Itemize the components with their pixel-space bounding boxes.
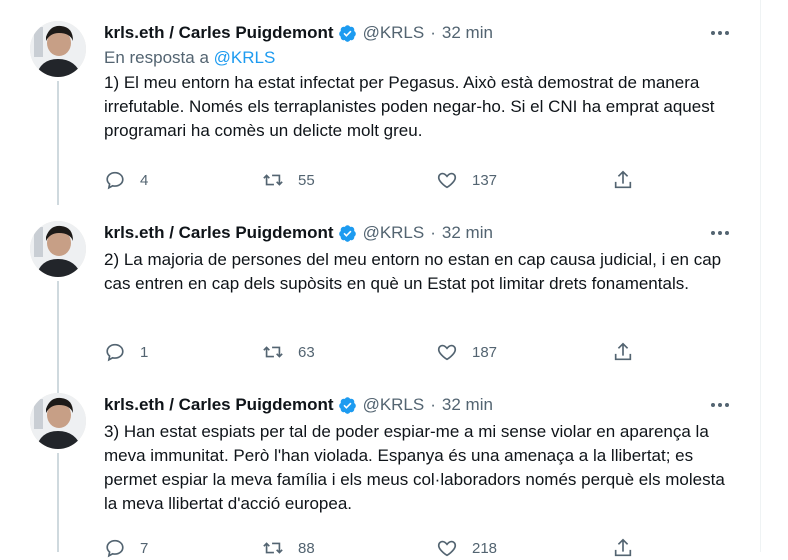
more-icon	[711, 403, 729, 407]
tweet-text: 1) El meu entorn ha estat infectat per P…	[104, 73, 715, 140]
tweet-text: 3) Han estat espiats per tal de poder es…	[104, 422, 725, 513]
reply-button[interactable]: 1	[104, 340, 148, 364]
separator: ·	[430, 23, 436, 42]
like-button[interactable]: 137	[436, 168, 497, 192]
share-button[interactable]	[612, 536, 634, 560]
timeline-feed: krls.eth / Carles Puigdemont @KRLS · 32 …	[0, 0, 761, 558]
more-options-button[interactable]	[708, 395, 732, 415]
retweet-button[interactable]: 63	[262, 340, 315, 364]
thread-line	[57, 81, 59, 205]
reply-count: 1	[140, 343, 149, 361]
tweet-header: krls.eth / Carles Puigdemont @KRLS · 32 …	[104, 393, 732, 417]
reply-count: 7	[140, 539, 149, 557]
retweet-icon	[263, 346, 283, 358]
more-options-button[interactable]	[708, 223, 732, 243]
separator: ·	[430, 223, 436, 242]
share-button[interactable]	[612, 340, 634, 364]
timestamp[interactable]: 32 min	[442, 395, 493, 415]
retweet-count: 55	[298, 171, 315, 189]
share-button[interactable]	[612, 168, 634, 192]
avatar[interactable]	[30, 393, 86, 449]
avatar[interactable]	[30, 21, 86, 77]
tweet[interactable]: krls.eth / Carles Puigdemont @KRLS · 32 …	[0, 221, 760, 393]
reply-prefix: En resposta a	[104, 48, 209, 67]
more-icon	[711, 31, 729, 35]
author-handle[interactable]: @KRLS	[363, 23, 425, 43]
tweet-actions: 4 55 137	[104, 168, 644, 192]
timestamp[interactable]: 32 min	[442, 23, 493, 43]
retweet-count: 63	[298, 343, 315, 361]
like-button[interactable]: 187	[436, 340, 497, 364]
share-icon	[614, 538, 632, 557]
retweet-button[interactable]: 88	[262, 536, 315, 560]
avatar[interactable]	[30, 221, 86, 277]
like-icon	[437, 172, 457, 189]
tweet-actions: 1 63 187	[104, 340, 644, 364]
author-name[interactable]: krls.eth / Carles Puigdemont	[104, 23, 334, 43]
thread-line	[57, 281, 59, 393]
author-handle[interactable]: @KRLS	[363, 223, 425, 243]
reply-button[interactable]: 4	[104, 168, 148, 192]
tweet-header: krls.eth / Carles Puigdemont @KRLS · 32 …	[104, 21, 732, 45]
tweet-content: krls.eth / Carles Puigdemont @KRLS · 32 …	[104, 393, 732, 558]
tweet[interactable]: krls.eth / Carles Puigdemont @KRLS · 32 …	[0, 21, 760, 205]
separator: ·	[430, 395, 436, 414]
tweet-actions: 7 88 218	[104, 536, 644, 560]
verified-badge-icon	[338, 24, 356, 42]
tweet-content: krls.eth / Carles Puigdemont @KRLS · 32 …	[104, 221, 732, 362]
share-icon	[614, 170, 632, 189]
like-count: 218	[472, 539, 498, 557]
tweet-text: 2) La majoria de persones del meu entorn…	[104, 250, 722, 293]
more-options-button[interactable]	[708, 23, 732, 43]
reply-icon	[106, 171, 124, 190]
like-count: 187	[472, 343, 498, 361]
reply-mention-link[interactable]: @KRLS	[214, 48, 276, 67]
verified-badge-icon	[338, 224, 356, 242]
tweet-content: krls.eth / Carles Puigdemont @KRLS · 32 …	[104, 21, 732, 190]
reply-count: 4	[140, 171, 149, 189]
tweet[interactable]: krls.eth / Carles Puigdemont @KRLS · 32 …	[0, 393, 760, 558]
reply-button[interactable]: 7	[104, 536, 148, 560]
thread-line	[57, 453, 59, 552]
author-name[interactable]: krls.eth / Carles Puigdemont	[104, 395, 334, 415]
author-name[interactable]: krls.eth / Carles Puigdemont	[104, 223, 334, 243]
timestamp[interactable]: 32 min	[442, 223, 493, 243]
reply-icon	[106, 343, 124, 362]
retweet-count: 88	[298, 539, 315, 557]
more-icon	[711, 231, 729, 235]
reply-context: En resposta a @KRLS	[104, 48, 732, 68]
like-count: 137	[472, 171, 498, 189]
retweet-icon	[263, 174, 283, 186]
author-handle[interactable]: @KRLS	[363, 395, 425, 415]
verified-badge-icon	[338, 396, 356, 414]
reply-icon	[106, 539, 124, 558]
like-icon	[437, 344, 457, 361]
retweet-icon	[263, 542, 283, 554]
like-icon	[437, 540, 457, 557]
like-button[interactable]: 218	[436, 536, 497, 560]
tweet-header: krls.eth / Carles Puigdemont @KRLS · 32 …	[104, 221, 732, 245]
retweet-button[interactable]: 55	[262, 168, 315, 192]
share-icon	[614, 342, 632, 361]
